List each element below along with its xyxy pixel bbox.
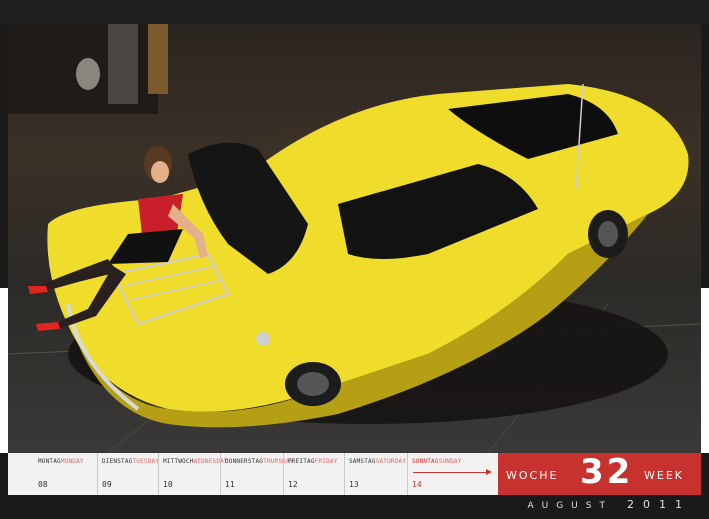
- arrow-right-icon: [486, 469, 492, 475]
- calendar-photo: [8, 24, 701, 453]
- right-white-margin: [701, 288, 709, 453]
- day-wednesday: MITTWOCHWEDNESDAY 10: [158, 453, 228, 495]
- day-sunday: SONNTAGSUNDAY 14: [407, 453, 498, 495]
- week-number-box: WOCHE 32 WEEK: [498, 452, 701, 495]
- day-name-en: SUNDAY: [438, 458, 462, 465]
- day-date: 14: [412, 480, 422, 489]
- day-name-de: MONTAG: [38, 458, 61, 465]
- year-label: 2011: [627, 498, 691, 511]
- arrow-line: [413, 472, 489, 473]
- week-label-de: WOCHE: [506, 469, 559, 482]
- day-name-de: SONNTAG: [412, 458, 439, 465]
- day-date: 12: [288, 480, 298, 489]
- week-day-strip: MONTAGMONDAY 08 DIENSTAGTUESDAY 09 MITTW…: [8, 453, 498, 495]
- car-photo-illustration: [8, 24, 701, 453]
- left-white-margin: [0, 288, 8, 453]
- day-name-en: MONDAY: [60, 458, 84, 465]
- day-friday: FREITAGFRIDAY 12: [283, 453, 344, 495]
- day-name-en: SATURDAY: [375, 458, 407, 465]
- day-name-de: DONNERSTAG: [225, 458, 264, 465]
- top-border: [0, 0, 709, 24]
- day-date: 13: [349, 480, 359, 489]
- day-date: 09: [102, 480, 112, 489]
- day-saturday: SAMSTAGSATURDAY 13: [344, 453, 407, 495]
- day-name-de: MITTWOCH: [163, 458, 194, 465]
- day-name-en: FRIDAY: [314, 458, 338, 465]
- day-date: 11: [225, 480, 235, 489]
- day-tuesday: DIENSTAGTUESDAY 09: [97, 453, 160, 495]
- day-thursday: DONNERSTAGTHURSDAY 11: [220, 453, 293, 495]
- week-number: 32: [580, 452, 634, 492]
- week-label-en: WEEK: [644, 469, 684, 482]
- day-monday: MONTAGMONDAY 08: [34, 453, 96, 495]
- day-name-de: SAMSTAG: [349, 458, 376, 465]
- month-label: AUGUST: [527, 501, 613, 511]
- day-date: 08: [38, 480, 48, 489]
- month-year: AUGUST 2011: [527, 498, 691, 511]
- day-date: 10: [163, 480, 173, 489]
- day-name-de: DIENSTAG: [102, 458, 133, 465]
- day-name-en: TUESDAY: [132, 458, 160, 465]
- bottom-bar: AUGUST 2011: [0, 495, 709, 519]
- day-name-de: FREITAG: [288, 458, 315, 465]
